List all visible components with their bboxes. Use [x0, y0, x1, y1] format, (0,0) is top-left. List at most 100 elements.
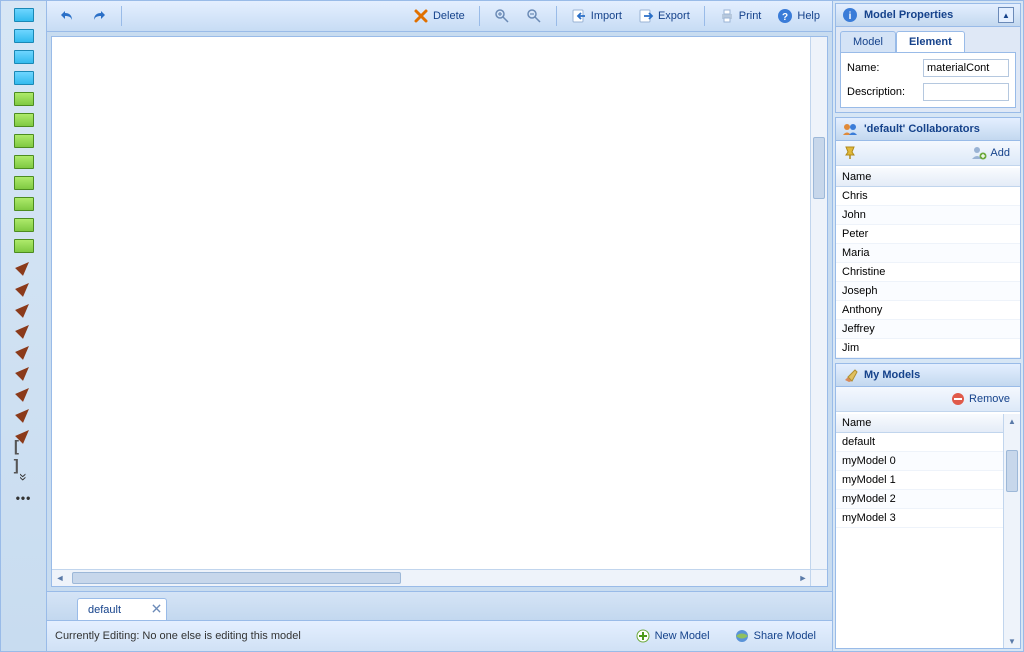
tool-cyan-4[interactable] [12, 68, 36, 88]
toolbar-separator [479, 6, 480, 26]
panel-model-properties: i Model Properties ▲ Model Element Name:… [835, 3, 1021, 113]
new-model-button[interactable]: New Model [627, 626, 718, 646]
import-button[interactable]: Import [565, 6, 628, 26]
brush-icon [842, 367, 858, 383]
users-icon [842, 121, 858, 137]
zoomout-button[interactable] [520, 6, 548, 26]
panel-collaborators: 'default' Collaborators Add [835, 117, 1021, 359]
share-model-button[interactable]: Share Model [726, 626, 824, 646]
tab-model[interactable]: Model [840, 31, 896, 52]
collaborator-row[interactable]: Jim [836, 339, 1020, 358]
model-row[interactable]: default [836, 433, 1004, 452]
scrollbar-thumb[interactable] [813, 137, 825, 199]
editing-status: Currently Editing: No one else is editin… [55, 630, 301, 642]
collaborators-grid: Name ChrisJohnPeterMariaChristineJosephA… [836, 168, 1020, 358]
collaborator-row[interactable]: Peter [836, 225, 1020, 244]
remove-model-button[interactable]: Remove [946, 390, 1014, 408]
tool-cyan-2[interactable] [12, 26, 36, 46]
delete-icon [413, 8, 429, 24]
tab-element[interactable]: Element [896, 31, 965, 52]
description-input[interactable] [923, 83, 1009, 101]
scroll-down-icon[interactable]: ▼ [1004, 634, 1020, 648]
tool-chevrons[interactable]: » [12, 467, 36, 487]
description-label: Description: [847, 86, 917, 98]
panel-title: Model Properties [864, 9, 953, 21]
collab-toolbar: Add [836, 141, 1020, 166]
collaborator-row[interactable]: Maria [836, 244, 1020, 263]
models-toolbar: Remove [836, 387, 1020, 412]
grid-header: Name [836, 414, 1004, 433]
tool-dots[interactable]: ••• [12, 488, 36, 508]
tool-arrow-8[interactable] [12, 404, 36, 424]
tool-arrow-1[interactable] [12, 257, 36, 277]
scrollbar-thumb[interactable] [1006, 450, 1018, 492]
panel-title: 'default' Collaborators [864, 123, 980, 135]
models-vertical-scrollbar[interactable]: ▲ ▼ [1003, 414, 1020, 648]
model-row[interactable]: myModel 2 [836, 490, 1004, 509]
properties-form: Name: Description: [840, 52, 1016, 108]
delete-button[interactable]: Delete [407, 6, 471, 26]
model-row[interactable]: myModel 1 [836, 471, 1004, 490]
tool-green-1[interactable] [12, 89, 36, 109]
tool-arrow-7[interactable] [12, 383, 36, 403]
collaborator-row[interactable]: John [836, 206, 1020, 225]
model-row[interactable]: myModel 0 [836, 452, 1004, 471]
tool-green-3[interactable] [12, 131, 36, 151]
main-toolbar: Delete Import [47, 1, 832, 32]
collapse-button[interactable]: ▲ [998, 7, 1014, 23]
export-label: Export [658, 10, 690, 22]
add-user-icon [971, 145, 987, 161]
tool-cyan-1[interactable] [12, 5, 36, 25]
tool-green-8[interactable] [12, 236, 36, 256]
print-label: Print [739, 10, 762, 22]
svg-text:?: ? [782, 12, 788, 23]
export-icon [638, 8, 654, 24]
name-input[interactable] [923, 59, 1009, 77]
scrollbar-thumb[interactable] [72, 572, 401, 584]
canvas-vertical-scrollbar[interactable] [810, 37, 827, 570]
tool-arrow-2[interactable] [12, 278, 36, 298]
tab-default[interactable]: default [77, 598, 167, 620]
tool-bracket[interactable]: [ ] [12, 446, 36, 466]
tool-arrow-4[interactable] [12, 320, 36, 340]
tool-green-4[interactable] [12, 152, 36, 172]
tool-green-6[interactable] [12, 194, 36, 214]
grid-header: Name [836, 168, 1020, 187]
model-row[interactable]: myModel 3 [836, 509, 1004, 528]
tool-green-7[interactable] [12, 215, 36, 235]
redo-button[interactable] [85, 6, 113, 26]
scroll-left-icon[interactable]: ◄ [52, 573, 68, 583]
collaborator-row[interactable]: Chris [836, 187, 1020, 206]
add-label: Add [990, 147, 1010, 159]
app-root: [ ] » ••• [0, 0, 1024, 652]
tool-arrow-5[interactable] [12, 341, 36, 361]
pin-icon[interactable] [842, 145, 858, 161]
info-icon: i [842, 7, 858, 23]
canvas[interactable]: ◄ ► [51, 36, 828, 587]
toolbar-separator [121, 6, 122, 26]
scroll-up-icon[interactable]: ▲ [1004, 414, 1020, 428]
collaborator-row[interactable]: Christine [836, 263, 1020, 282]
help-icon: ? [777, 8, 793, 24]
help-button[interactable]: ? Help [771, 6, 826, 26]
plus-icon [635, 628, 651, 644]
collaborator-row[interactable]: Anthony [836, 301, 1020, 320]
tool-arrow-6[interactable] [12, 362, 36, 382]
toolbar-separator [704, 6, 705, 26]
collaborator-row[interactable]: Jeffrey [836, 320, 1020, 339]
collaborator-row[interactable]: Joseph [836, 282, 1020, 301]
tool-green-5[interactable] [12, 173, 36, 193]
panel-header: i Model Properties ▲ [836, 4, 1020, 27]
name-label: Name: [847, 62, 917, 74]
tool-cyan-3[interactable] [12, 47, 36, 67]
scroll-right-icon[interactable]: ► [795, 573, 811, 583]
tool-green-2[interactable] [12, 110, 36, 130]
zoomin-button[interactable] [488, 6, 516, 26]
print-button[interactable]: Print [713, 6, 768, 26]
tab-close-icon[interactable] [150, 602, 162, 614]
undo-button[interactable] [53, 6, 81, 26]
add-collaborator-button[interactable]: Add [967, 144, 1014, 162]
export-button[interactable]: Export [632, 6, 696, 26]
tool-arrow-3[interactable] [12, 299, 36, 319]
canvas-horizontal-scrollbar[interactable]: ◄ ► [52, 569, 811, 586]
